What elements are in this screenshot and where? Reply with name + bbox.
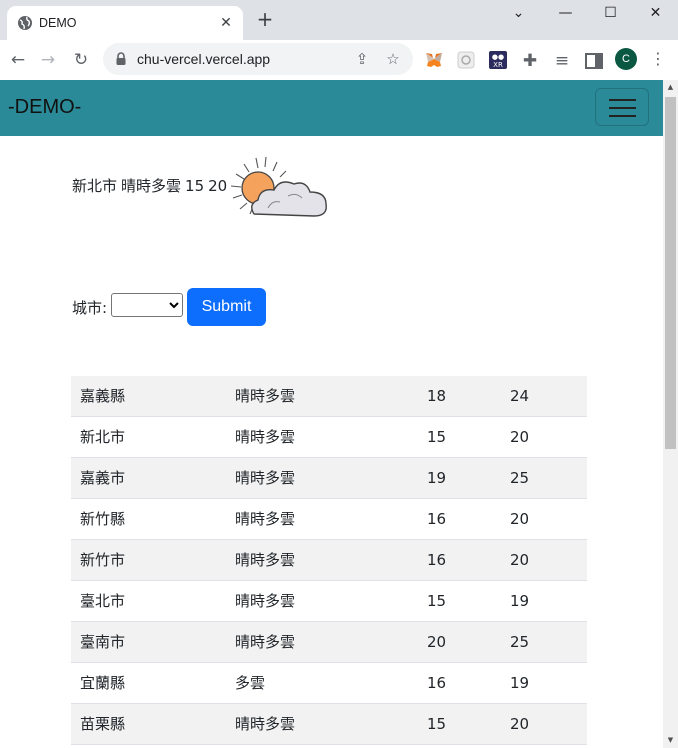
table-row: 宜蘭縣 多雲 16 19 (71, 662, 587, 704)
page-viewport: -DEMO- 新北市 晴時多雲 15 20 城市: Submit 嘉義縣 晴時多雲 18 2… (0, 80, 663, 748)
submit-button[interactable]: Submit (187, 288, 266, 326)
table-row: 臺南市 晴時多雲 20 25 (71, 621, 587, 663)
extensions-puzzle-icon[interactable]: ✚ (517, 48, 543, 74)
min-temp-cell: 20 (418, 621, 501, 663)
current-description: 晴時多雲 (121, 177, 182, 195)
table-row: 新竹市 晴時多雲 16 20 (71, 539, 587, 581)
max-temp-cell: 19 (501, 662, 587, 704)
current-max-temp: 20 (208, 177, 228, 195)
city-cell: 苗栗縣 (71, 703, 226, 745)
table-row: 嘉義縣 晴時多雲 18 24 (71, 376, 587, 417)
city-cell: 新竹市 (71, 539, 226, 581)
scroll-up-arrow-icon[interactable]: ▲ (663, 80, 678, 95)
browser-tab[interactable]: DEMO ✕ (7, 6, 243, 40)
weather-cell: 晴時多雲 (226, 580, 418, 622)
min-temp-cell: 18 (418, 376, 501, 417)
city-cell: 嘉義縣 (71, 376, 226, 417)
url-text: chu-vercel.vercel.app (137, 51, 271, 67)
max-temp-cell: 25 (501, 457, 587, 499)
address-bar[interactable]: chu-vercel.vercel.app ⇪ ☆ (103, 43, 413, 75)
max-temp-cell: 20 (501, 703, 587, 745)
new-tab-icon[interactable]: + (255, 9, 275, 29)
maximize-icon[interactable]: ☐ (588, 0, 633, 30)
svg-text:●●: ●● (492, 53, 504, 61)
city-cell: 臺北市 (71, 580, 226, 622)
min-temp-cell: 16 (418, 662, 501, 704)
share-icon[interactable]: ⇪ (352, 49, 372, 69)
weather-cell: 晴時多雲 (226, 457, 418, 499)
max-temp-cell: 25 (501, 621, 587, 663)
city-label: 城市: (72, 299, 108, 317)
min-temp-cell: 15 (418, 416, 501, 458)
current-min-temp: 15 (185, 177, 205, 195)
table-row: 新竹縣 晴時多雲 16 20 (71, 498, 587, 540)
profile-avatar[interactable]: C (615, 48, 637, 70)
weather-cell: 晴時多雲 (226, 376, 418, 417)
weather-cell: 晴時多雲 (226, 498, 418, 540)
extension-grid-icon[interactable] (456, 50, 476, 70)
city-cell: 臺南市 (71, 621, 226, 663)
page-scrollbar[interactable]: ▲ ▼ (663, 80, 678, 748)
bookmark-star-icon[interactable]: ☆ (383, 49, 403, 69)
max-temp-cell: 20 (501, 416, 587, 458)
back-icon[interactable]: ← (5, 47, 31, 73)
table-row: 苗栗縣 晴時多雲 15 20 (71, 703, 587, 745)
reload-icon[interactable]: ↻ (68, 47, 94, 73)
tab-title: DEMO (39, 16, 77, 30)
current-city: 新北市 (72, 177, 118, 195)
current-weather-summary: 新北市 晴時多雲 15 20 (72, 176, 231, 196)
max-temp-cell: 20 (501, 539, 587, 581)
close-tab-icon[interactable]: ✕ (217, 14, 235, 32)
city-cell: 宜蘭縣 (71, 662, 226, 704)
city-cell: 新竹縣 (71, 498, 226, 540)
media-queue-icon[interactable]: ≡ (549, 48, 575, 74)
max-temp-cell: 19 (501, 580, 587, 622)
site-navbar: -DEMO- (0, 80, 663, 136)
hamburger-line (609, 107, 636, 109)
menu-kebab-icon[interactable]: ⋮ (650, 48, 666, 72)
brand-title[interactable]: -DEMO- (8, 94, 81, 120)
weather-cell: 晴時多雲 (226, 621, 418, 663)
scroll-down-arrow-icon[interactable]: ▼ (663, 733, 678, 748)
xr-extension-icon[interactable]: ●● XR (488, 50, 508, 70)
globe-icon (18, 16, 32, 30)
hamburger-line (609, 99, 636, 101)
table-row: 新北市 晴時多雲 15 20 (71, 416, 587, 458)
min-temp-cell: 19 (418, 457, 501, 499)
close-window-icon[interactable]: ✕ (633, 0, 678, 30)
city-cell: 新北市 (71, 416, 226, 458)
sun-behind-cloud-icon (230, 156, 327, 217)
min-temp-cell: 15 (418, 580, 501, 622)
lock-icon (116, 52, 126, 65)
weather-table-body: 嘉義縣 晴時多雲 18 24 新北市 晴時多雲 15 20 嘉義市 晴時多雲 19 25 新竹縣 晴時多雲… (71, 376, 587, 745)
side-panel-icon[interactable] (584, 51, 604, 71)
min-temp-cell: 16 (418, 498, 501, 540)
weather-cell: 晴時多雲 (226, 416, 418, 458)
max-temp-cell: 20 (501, 498, 587, 540)
city-select[interactable] (111, 293, 183, 317)
tab-strip: DEMO ✕ + ⌄ — ☐ ✕ (0, 0, 678, 40)
tab-search-icon[interactable]: ⌄ (496, 0, 541, 30)
weather-cell: 多雲 (226, 662, 418, 704)
min-temp-cell: 15 (418, 703, 501, 745)
table-row: 嘉義市 晴時多雲 19 25 (71, 457, 587, 499)
minimize-icon[interactable]: — (543, 0, 588, 30)
forward-icon[interactable]: → (35, 47, 61, 73)
metamask-icon[interactable] (424, 50, 444, 70)
weather-table: 嘉義縣 晴時多雲 18 24 新北市 晴時多雲 15 20 嘉義市 晴時多雲 19 25 新竹縣 晴時多雲… (71, 376, 587, 745)
weather-cell: 晴時多雲 (226, 703, 418, 745)
weather-cell: 晴時多雲 (226, 539, 418, 581)
navbar-toggler-button[interactable] (595, 88, 649, 126)
browser-toolbar: ← → ↻ chu-vercel.vercel.app ⇪ ☆ ●● XR ✚ … (0, 40, 678, 81)
city-cell: 嘉義市 (71, 457, 226, 499)
table-row: 臺北市 晴時多雲 15 19 (71, 580, 587, 622)
hamburger-line (609, 115, 636, 117)
svg-text:XR: XR (493, 61, 503, 69)
max-temp-cell: 24 (501, 376, 587, 417)
scrollbar-thumb[interactable] (665, 97, 676, 449)
min-temp-cell: 16 (418, 539, 501, 581)
